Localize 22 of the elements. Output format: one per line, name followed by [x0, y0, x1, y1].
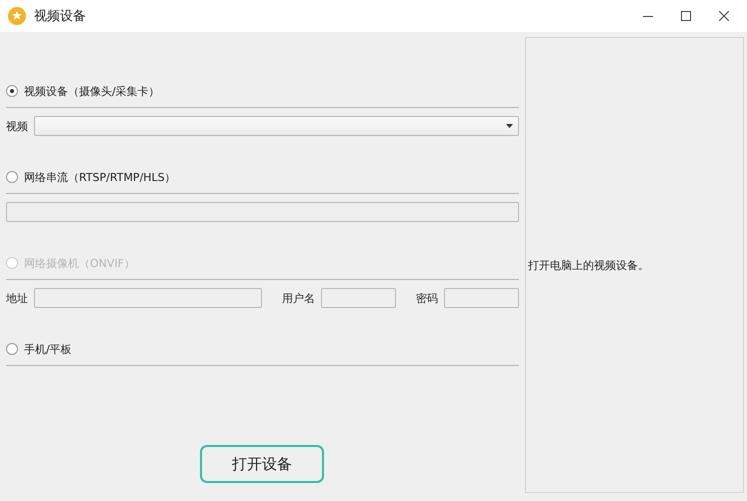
field-label: 地址	[6, 290, 28, 306]
radio-label: 网络串流（RTSP/RTMP/HLS）	[24, 170, 176, 184]
field-label: 密码	[416, 290, 438, 306]
input-field[interactable]	[34, 288, 262, 308]
radio-label: 视频设备（摄像头/采集卡）	[24, 84, 160, 98]
dropdown[interactable]	[34, 116, 519, 136]
radio-button[interactable]	[6, 171, 18, 183]
field-label: 视频	[6, 118, 28, 134]
radio-button[interactable]	[6, 85, 18, 97]
window-title: 视频设备	[34, 8, 87, 25]
input-field[interactable]	[444, 288, 519, 308]
radio-label: 手机/平板	[24, 342, 72, 356]
caret-icon	[506, 124, 513, 128]
maximize-icon	[681, 11, 691, 21]
radio-label: 网络摄像机（ONVIF）	[24, 256, 135, 270]
hint-text: 打开电脑上的视频设备。	[528, 258, 649, 272]
radio-button[interactable]	[6, 343, 18, 355]
input-field[interactable]	[6, 202, 519, 222]
close-icon	[719, 11, 729, 21]
open-device-button[interactable]: 打开设备	[200, 445, 324, 483]
input-field[interactable]	[321, 288, 396, 308]
field-label: 用户名	[282, 290, 315, 306]
